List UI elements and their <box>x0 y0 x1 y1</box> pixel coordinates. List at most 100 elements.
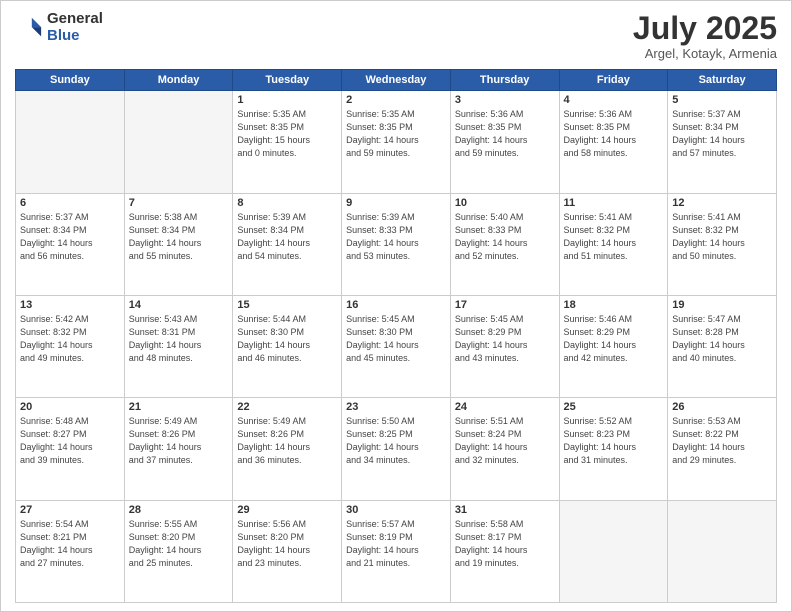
calendar-day-cell: 30 Sunrise: 5:57 AM Sunset: 8:19 PM Dayli… <box>342 500 451 602</box>
logo-blue: Blue <box>47 28 103 45</box>
header: General Blue July 2025 Argel, Kotayk, Ar… <box>15 11 777 61</box>
day-info: Sunrise: 5:46 AM Sunset: 8:29 PM Dayligh… <box>564 313 664 365</box>
calendar-day-cell <box>16 91 125 193</box>
day-info: Sunrise: 5:51 AM Sunset: 8:24 PM Dayligh… <box>455 415 555 467</box>
day-number: 22 <box>237 401 337 413</box>
day-number: 18 <box>564 299 664 311</box>
calendar-day-cell: 1 Sunrise: 5:35 AM Sunset: 8:35 PM Daylig… <box>233 91 342 193</box>
day-info: Sunrise: 5:48 AM Sunset: 8:27 PM Dayligh… <box>20 415 120 467</box>
day-number: 12 <box>672 197 772 209</box>
day-info: Sunrise: 5:37 AM Sunset: 8:34 PM Dayligh… <box>672 108 772 160</box>
day-number: 1 <box>237 94 337 106</box>
day-info: Sunrise: 5:35 AM Sunset: 8:35 PM Dayligh… <box>237 108 337 160</box>
calendar-day-cell: 4Sunrise: 5:36 AM Sunset: 8:35 PM Daylig… <box>559 91 668 193</box>
calendar-day-cell <box>559 500 668 602</box>
day-number: 28 <box>129 504 229 516</box>
day-number: 9 <box>346 197 446 209</box>
calendar-day-cell: 14Sunrise: 5:43 AM Sunset: 8:31 PM Dayli… <box>124 295 233 397</box>
day-info: Sunrise: 5:47 AM Sunset: 8:28 PM Dayligh… <box>672 313 772 365</box>
calendar-day-cell: 6Sunrise: 5:37 AM Sunset: 8:34 PM Daylig… <box>16 193 125 295</box>
day-number: 2 <box>346 94 446 106</box>
calendar-day-cell: 23 Sunrise: 5:50 AM Sunset: 8:25 PM Dayli… <box>342 398 451 500</box>
day-info: Sunrise: 5:45 AM Sunset: 8:29 PM Dayligh… <box>455 313 555 365</box>
day-number: 19 <box>672 299 772 311</box>
day-number: 31 <box>455 504 555 516</box>
day-number: 3 <box>455 94 555 106</box>
calendar-day-cell: 8 Sunrise: 5:39 AM Sunset: 8:34 PM Daylig… <box>233 193 342 295</box>
logo-text: General Blue <box>47 11 103 44</box>
calendar-day-cell: 22 Sunrise: 5:49 AM Sunset: 8:26 PM Dayli… <box>233 398 342 500</box>
day-info: Sunrise: 5:52 AM Sunset: 8:23 PM Dayligh… <box>564 415 664 467</box>
month-title: July 2025 <box>633 11 777 46</box>
day-info: Sunrise: 5:39 AM Sunset: 8:34 PM Dayligh… <box>237 211 337 263</box>
day-info: Sunrise: 5:37 AM Sunset: 8:34 PM Dayligh… <box>20 211 120 263</box>
calendar-day-cell <box>668 500 777 602</box>
day-info: Sunrise: 5:50 AM Sunset: 8:25 PM Dayligh… <box>346 415 446 467</box>
calendar-day-cell: 31 Sunrise: 5:58 AM Sunset: 8:17 PM Dayli… <box>450 500 559 602</box>
day-number: 20 <box>20 401 120 413</box>
day-number: 8 <box>237 197 337 209</box>
day-info: Sunrise: 5:45 AM Sunset: 8:30 PM Dayligh… <box>346 313 446 365</box>
logo: General Blue <box>15 11 103 44</box>
calendar-week-row: 13 Sunrise: 5:42 AM Sunset: 8:32 PM Dayli… <box>16 295 777 397</box>
day-number: 30 <box>346 504 446 516</box>
calendar-day-cell: 24Sunrise: 5:51 AM Sunset: 8:24 PM Dayli… <box>450 398 559 500</box>
calendar-day-cell: 13 Sunrise: 5:42 AM Sunset: 8:32 PM Dayli… <box>16 295 125 397</box>
calendar-day-cell: 20 Sunrise: 5:48 AM Sunset: 8:27 PM Dayli… <box>16 398 125 500</box>
calendar-week-row: 20 Sunrise: 5:48 AM Sunset: 8:27 PM Dayli… <box>16 398 777 500</box>
day-number: 25 <box>564 401 664 413</box>
logo-icon <box>15 14 43 42</box>
calendar-day-cell <box>124 91 233 193</box>
day-info: Sunrise: 5:38 AM Sunset: 8:34 PM Dayligh… <box>129 211 229 263</box>
day-info: Sunrise: 5:44 AM Sunset: 8:30 PM Dayligh… <box>237 313 337 365</box>
calendar-week-row: 6Sunrise: 5:37 AM Sunset: 8:34 PM Daylig… <box>16 193 777 295</box>
weekday-header: Wednesday <box>342 70 451 91</box>
weekday-row: SundayMondayTuesdayWednesdayThursdayFrid… <box>16 70 777 91</box>
weekday-header: Sunday <box>16 70 125 91</box>
weekday-header: Tuesday <box>233 70 342 91</box>
day-info: Sunrise: 5:40 AM Sunset: 8:33 PM Dayligh… <box>455 211 555 263</box>
day-number: 29 <box>237 504 337 516</box>
calendar-day-cell: 27Sunrise: 5:54 AM Sunset: 8:21 PM Dayli… <box>16 500 125 602</box>
day-number: 7 <box>129 197 229 209</box>
calendar-body: 1 Sunrise: 5:35 AM Sunset: 8:35 PM Daylig… <box>16 91 777 603</box>
day-info: Sunrise: 5:53 AM Sunset: 8:22 PM Dayligh… <box>672 415 772 467</box>
day-number: 23 <box>346 401 446 413</box>
day-number: 21 <box>129 401 229 413</box>
weekday-header: Friday <box>559 70 668 91</box>
calendar-week-row: 27Sunrise: 5:54 AM Sunset: 8:21 PM Dayli… <box>16 500 777 602</box>
page: General Blue July 2025 Argel, Kotayk, Ar… <box>0 0 792 612</box>
day-info: Sunrise: 5:49 AM Sunset: 8:26 PM Dayligh… <box>129 415 229 467</box>
day-info: Sunrise: 5:49 AM Sunset: 8:26 PM Dayligh… <box>237 415 337 467</box>
day-number: 27 <box>20 504 120 516</box>
day-info: Sunrise: 5:35 AM Sunset: 8:35 PM Dayligh… <box>346 108 446 160</box>
weekday-header: Monday <box>124 70 233 91</box>
logo-general: General <box>47 11 103 28</box>
calendar-day-cell: 2 Sunrise: 5:35 AM Sunset: 8:35 PM Daylig… <box>342 91 451 193</box>
day-number: 5 <box>672 94 772 106</box>
day-info: Sunrise: 5:57 AM Sunset: 8:19 PM Dayligh… <box>346 518 446 570</box>
day-number: 13 <box>20 299 120 311</box>
day-info: Sunrise: 5:41 AM Sunset: 8:32 PM Dayligh… <box>564 211 664 263</box>
calendar-day-cell: 12 Sunrise: 5:41 AM Sunset: 8:32 PM Dayli… <box>668 193 777 295</box>
day-number: 14 <box>129 299 229 311</box>
day-info: Sunrise: 5:58 AM Sunset: 8:17 PM Dayligh… <box>455 518 555 570</box>
weekday-header: Thursday <box>450 70 559 91</box>
day-info: Sunrise: 5:42 AM Sunset: 8:32 PM Dayligh… <box>20 313 120 365</box>
calendar-day-cell: 21 Sunrise: 5:49 AM Sunset: 8:26 PM Dayli… <box>124 398 233 500</box>
day-info: Sunrise: 5:41 AM Sunset: 8:32 PM Dayligh… <box>672 211 772 263</box>
calendar: SundayMondayTuesdayWednesdayThursdayFrid… <box>15 69 777 603</box>
day-number: 4 <box>564 94 664 106</box>
calendar-week-row: 1 Sunrise: 5:35 AM Sunset: 8:35 PM Daylig… <box>16 91 777 193</box>
calendar-day-cell: 7 Sunrise: 5:38 AM Sunset: 8:34 PM Daylig… <box>124 193 233 295</box>
calendar-header: SundayMondayTuesdayWednesdayThursdayFrid… <box>16 70 777 91</box>
calendar-day-cell: 29 Sunrise: 5:56 AM Sunset: 8:20 PM Dayli… <box>233 500 342 602</box>
day-info: Sunrise: 5:56 AM Sunset: 8:20 PM Dayligh… <box>237 518 337 570</box>
calendar-day-cell: 28Sunrise: 5:55 AM Sunset: 8:20 PM Dayli… <box>124 500 233 602</box>
day-number: 15 <box>237 299 337 311</box>
location: Argel, Kotayk, Armenia <box>633 46 777 61</box>
weekday-header: Saturday <box>668 70 777 91</box>
calendar-day-cell: 18 Sunrise: 5:46 AM Sunset: 8:29 PM Dayli… <box>559 295 668 397</box>
title-block: July 2025 Argel, Kotayk, Armenia <box>633 11 777 61</box>
day-number: 10 <box>455 197 555 209</box>
